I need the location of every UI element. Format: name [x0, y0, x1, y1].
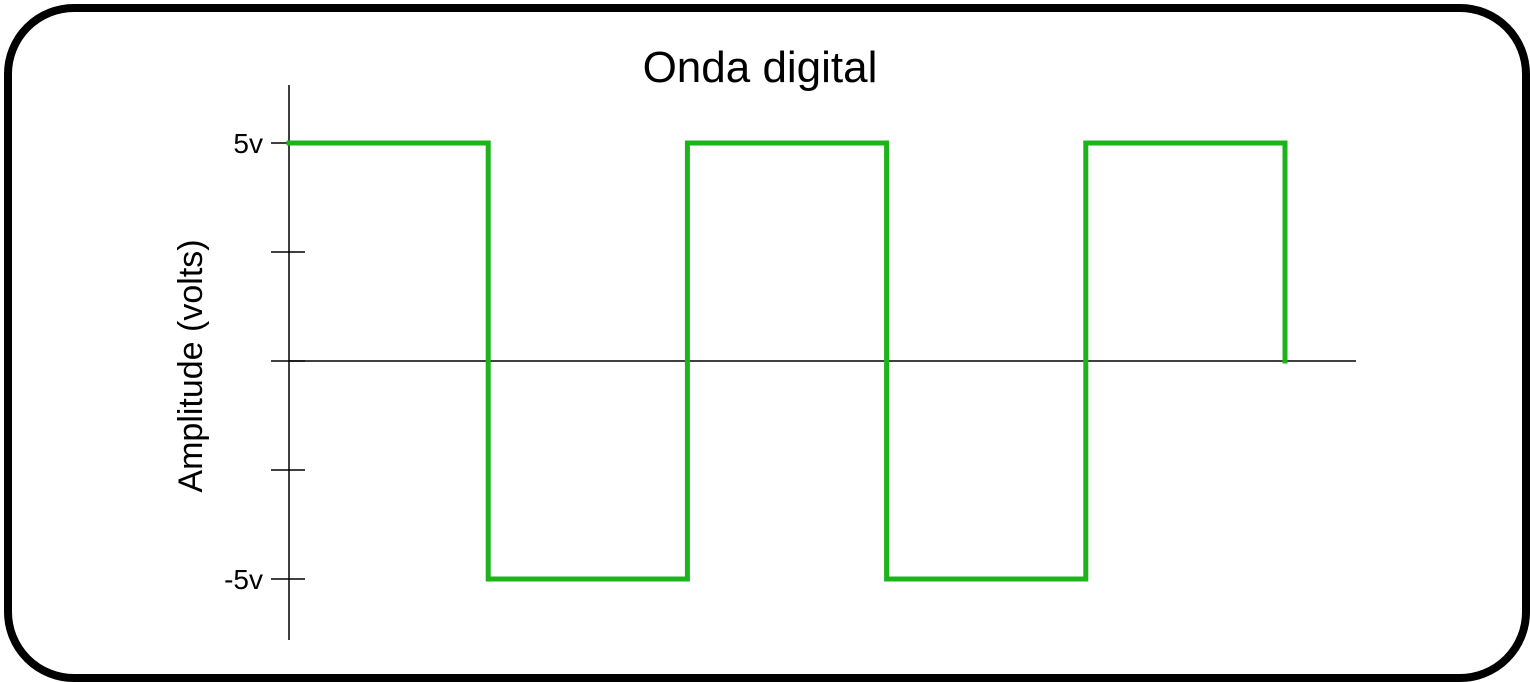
chart-title: Onda digital	[643, 43, 878, 92]
chart-canvas: Onda digital 5v -5v Amplitude (volts)	[172, 43, 1356, 640]
y-ticks	[271, 142, 305, 580]
y-tick-label: 5v	[233, 128, 263, 159]
y-axis-label: Amplitude (volts)	[172, 239, 210, 492]
y-tick-labels: 5v -5v	[224, 128, 263, 595]
axes	[288, 85, 1356, 640]
y-tick-label: -5v	[224, 564, 263, 595]
